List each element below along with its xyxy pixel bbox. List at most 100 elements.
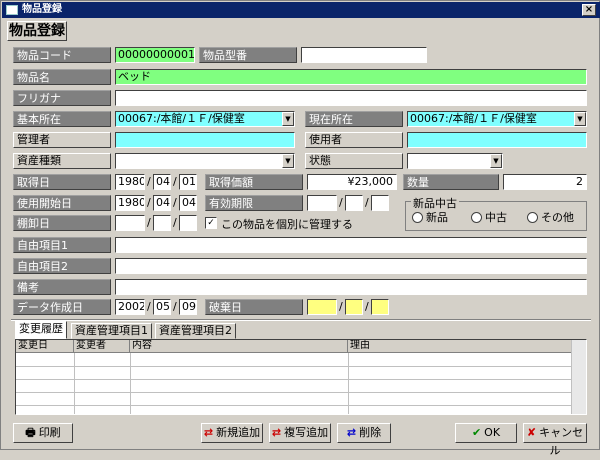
column-header[interactable]: 変更者 xyxy=(74,340,130,353)
cancel-button[interactable]: ✘ キャンセル xyxy=(523,423,587,457)
acq-price-field[interactable]: ¥23,000 xyxy=(307,174,397,190)
check-icon: ✔ xyxy=(471,426,482,439)
condition-title: 新品中古 xyxy=(411,195,459,211)
current-location-label: 現在所在 xyxy=(305,111,403,127)
dis-day-field[interactable] xyxy=(371,299,389,315)
current-location-value: 00067:/本館/１Ｆ/保健室 xyxy=(410,112,537,125)
date-separator: / xyxy=(173,196,177,209)
cancel-label: キャンセル xyxy=(539,426,584,457)
acq-date-label: 取得日 xyxy=(13,174,111,190)
inv-year-field[interactable] xyxy=(115,215,145,231)
cr-year-field[interactable]: 2002 xyxy=(115,299,145,315)
acq-month-field[interactable]: 04 xyxy=(153,174,171,190)
page-title: 物品登録 xyxy=(7,21,67,41)
tab-history[interactable]: 変更履歴 xyxy=(15,321,67,339)
user-field[interactable] xyxy=(407,132,587,148)
state-select[interactable]: ▼ xyxy=(407,153,503,169)
base-location-label: 基本所在 xyxy=(13,111,111,127)
date-separator: / xyxy=(365,300,369,313)
notes-field[interactable] xyxy=(115,279,587,295)
close-button[interactable]: × xyxy=(582,4,596,16)
column-header[interactable]: 変更日 xyxy=(16,340,74,353)
free1-field[interactable] xyxy=(115,237,587,253)
exp-day-field[interactable] xyxy=(371,195,389,211)
grid-scrollbar[interactable] xyxy=(571,340,586,414)
tab-asset-1[interactable]: 資産管理項目1 xyxy=(71,323,152,339)
state-button[interactable]: 状態 xyxy=(305,153,403,169)
use-month-field[interactable]: 04 xyxy=(153,195,171,211)
table-row[interactable] xyxy=(16,405,572,406)
radio-new-label: 新品 xyxy=(426,211,448,224)
divider xyxy=(11,319,591,321)
name-field[interactable]: ベッド xyxy=(115,69,587,85)
copy-icon: ⇄ xyxy=(271,426,282,439)
delete-button[interactable]: ⇄ 削除 xyxy=(337,423,391,443)
acq-price-label: 取得価額 xyxy=(205,174,303,190)
kana-label: フリガナ xyxy=(13,90,111,106)
date-separator: / xyxy=(173,216,177,229)
date-separator: / xyxy=(147,300,151,313)
manager-button[interactable]: 管理者 xyxy=(13,132,111,148)
name-label: 物品名 xyxy=(13,69,111,85)
inv-month-field[interactable] xyxy=(153,215,171,231)
asset-type-button[interactable]: 資産種類 xyxy=(13,153,111,169)
inv-day-field[interactable] xyxy=(179,215,197,231)
column-header[interactable]: 理由 xyxy=(348,340,572,353)
exp-month-field[interactable] xyxy=(345,195,363,211)
dis-month-field[interactable] xyxy=(345,299,363,315)
use-year-field[interactable]: 1980 xyxy=(115,195,145,211)
print-label: 印刷 xyxy=(38,426,61,439)
new-button[interactable]: ⇄ 新規追加 xyxy=(201,423,263,443)
user-button[interactable]: 使用者 xyxy=(305,132,403,148)
chevron-down-icon[interactable]: ▼ xyxy=(490,154,502,168)
radio-used-label: 中古 xyxy=(485,211,507,224)
date-separator: / xyxy=(173,300,177,313)
base-location-select[interactable]: 00067:/本館/１Ｆ/保健室 ▼ xyxy=(115,111,295,127)
chevron-down-icon[interactable]: ▼ xyxy=(574,112,586,126)
chevron-down-icon[interactable]: ▼ xyxy=(282,154,294,168)
new-label: 新規追加 xyxy=(216,426,261,439)
use-day-field[interactable]: 04 xyxy=(179,195,197,211)
window-title: 物品登録 xyxy=(22,4,62,15)
asset-type-select[interactable]: ▼ xyxy=(115,153,295,169)
free2-field[interactable] xyxy=(115,258,587,274)
delete-label: 削除 xyxy=(359,426,382,439)
table-row[interactable] xyxy=(16,366,572,367)
free1-label: 自由項目1 xyxy=(13,237,111,253)
radio-new[interactable] xyxy=(412,212,423,223)
table-row[interactable] xyxy=(16,392,572,393)
column-header[interactable]: 内容 xyxy=(130,340,348,353)
close-icon: ✘ xyxy=(526,426,537,439)
table-row[interactable] xyxy=(16,379,572,380)
chevron-down-icon[interactable]: ▼ xyxy=(282,112,294,126)
copy-button[interactable]: ⇄ 複写追加 xyxy=(269,423,331,443)
kana-field[interactable] xyxy=(115,90,587,106)
dis-year-field[interactable] xyxy=(307,299,337,315)
individual-checkbox[interactable]: ✓ xyxy=(205,217,217,229)
date-separator: / xyxy=(147,196,151,209)
use-start-label: 使用開始日 xyxy=(13,195,111,211)
cr-day-field[interactable]: 09 xyxy=(179,299,197,315)
print-button[interactable]: 🖶 印刷 xyxy=(13,423,73,443)
current-location-select[interactable]: 00067:/本館/１Ｆ/保健室 ▼ xyxy=(407,111,587,127)
window-icon xyxy=(6,5,18,15)
qty-field[interactable]: 2 xyxy=(503,174,587,190)
main-window: 物品登録 × 物品登録 物品コード 0000000000164 物品型番 物品名… xyxy=(0,0,600,457)
radio-other-label: その他 xyxy=(541,211,574,224)
acq-year-field[interactable]: 1980 xyxy=(115,174,145,190)
tab-asset-2[interactable]: 資産管理項目2 xyxy=(155,323,236,339)
acq-day-field[interactable]: 01 xyxy=(179,174,197,190)
ok-button[interactable]: ✔ OK xyxy=(455,423,517,443)
cr-month-field[interactable]: 05 xyxy=(153,299,171,315)
date-separator: / xyxy=(173,175,177,188)
radio-used[interactable] xyxy=(471,212,482,223)
code-field[interactable]: 0000000000164 xyxy=(115,47,195,63)
exp-year-field[interactable] xyxy=(307,195,337,211)
created-label: データ作成日 xyxy=(13,299,111,315)
date-separator: / xyxy=(147,175,151,188)
model-field[interactable] xyxy=(301,47,427,63)
expiry-label: 有効期限 xyxy=(205,195,303,211)
model-label: 物品型番 xyxy=(199,47,297,63)
radio-other[interactable] xyxy=(527,212,538,223)
manager-field[interactable] xyxy=(115,132,295,148)
